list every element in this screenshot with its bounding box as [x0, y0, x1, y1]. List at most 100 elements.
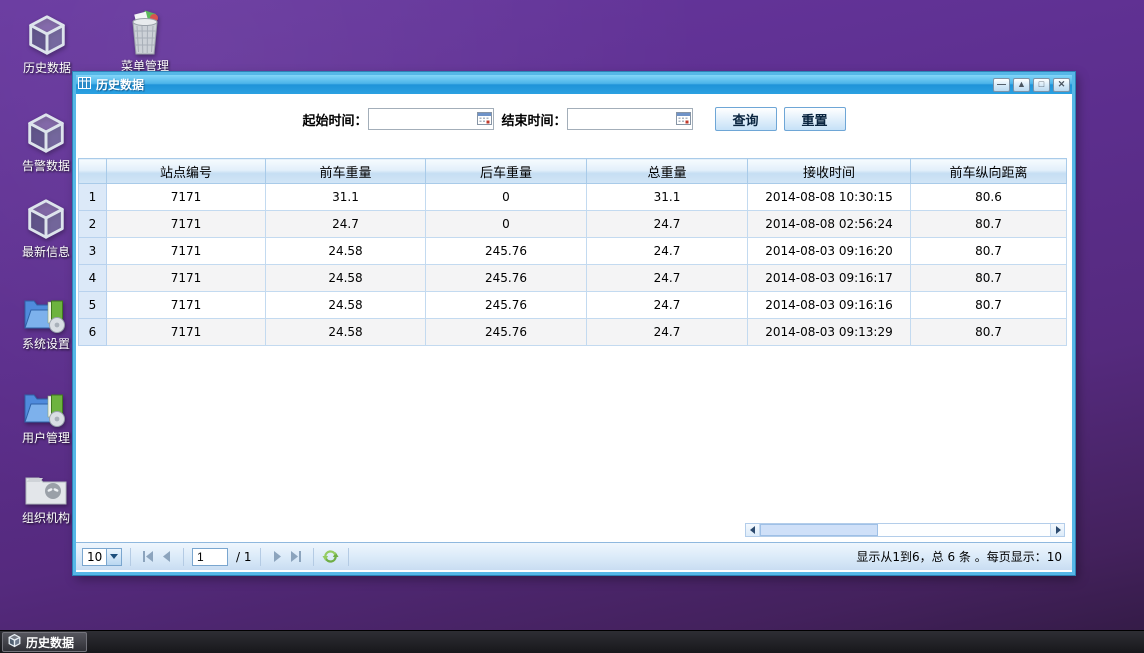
history-data-window: 历史数据 — ▲ □ ✕ 起始时间： 结束时间： 查询 重置 — [73, 72, 1075, 575]
folder-icon — [11, 470, 81, 508]
column-header[interactable]: 前车纵向距离 — [911, 159, 1067, 184]
chevron-down-icon — [106, 549, 121, 565]
table-row[interactable]: 3717124.58245.7624.72014-08-03 09:16:208… — [79, 238, 1067, 265]
page-number-input[interactable] — [192, 548, 228, 566]
desktop-icon-history-data[interactable]: 历史数据 — [12, 12, 82, 76]
window-titlebar[interactable]: 历史数据 — ▲ □ ✕ — [76, 75, 1072, 94]
maximize-button[interactable]: □ — [1033, 78, 1050, 92]
row-number-cell: 2 — [79, 211, 107, 238]
table-cell: 80.7 — [911, 238, 1067, 265]
desktop-icon-user-manage[interactable]: 用户管理 — [11, 386, 81, 446]
desktop-icon-latest-info[interactable]: 最新信息 — [11, 196, 81, 260]
taskbar-item-history-data[interactable]: 历史数据 — [2, 632, 87, 652]
separator — [130, 548, 131, 566]
table-cell: 7171 — [107, 265, 266, 292]
desktop-icon-menu-manage[interactable]: 菜单管理 — [110, 10, 180, 74]
table-cell: 80.7 — [911, 211, 1067, 238]
calendar-icon[interactable] — [676, 111, 691, 128]
reset-button[interactable]: 重置 — [784, 107, 846, 131]
search-form: 起始时间： 结束时间： 查询 重置 — [76, 107, 1072, 131]
column-header[interactable]: 站点编号 — [107, 159, 266, 184]
icon-label: 告警数据 — [11, 157, 81, 174]
cube-icon — [11, 110, 81, 156]
window-title: 历史数据 — [96, 76, 990, 93]
separator — [348, 548, 349, 566]
separator — [183, 548, 184, 566]
calendar-icon[interactable] — [477, 111, 492, 128]
scroll-left-icon[interactable] — [746, 524, 760, 536]
cube-icon — [11, 196, 81, 242]
table-row[interactable]: 2717124.7024.72014-08-08 02:56:2480.7 — [79, 211, 1067, 238]
row-number-header — [79, 159, 107, 184]
end-time-input[interactable] — [567, 108, 693, 130]
column-header[interactable]: 总重量 — [587, 159, 748, 184]
desktop-icon-alarm-data[interactable]: 告警数据 — [11, 110, 81, 174]
separator — [313, 548, 314, 566]
scrollbar-track[interactable] — [878, 524, 1050, 536]
query-button[interactable]: 查询 — [715, 107, 777, 131]
page-total-label: / 1 — [236, 550, 252, 564]
table-cell: 7171 — [107, 292, 266, 319]
window-grid-icon — [78, 77, 91, 92]
table-cell: 0 — [426, 184, 587, 211]
pagination-bar: 10 / 1 显示从1到6，总 6 条 。每页显示：10 — [76, 542, 1072, 570]
table-cell: 24.7 — [587, 238, 748, 265]
taskbar-item-label: 历史数据 — [26, 634, 74, 651]
table-cell: 24.7 — [266, 211, 426, 238]
next-page-button[interactable] — [269, 548, 287, 566]
desktop-icon-organization[interactable]: 组织机构 — [11, 470, 81, 526]
table-header-row: 站点编号前车重量后车重量总重量接收时间前车纵向距离 — [79, 159, 1067, 184]
table-cell: 7171 — [107, 319, 266, 346]
icon-label: 最新信息 — [11, 243, 81, 260]
refresh-button[interactable] — [322, 548, 340, 566]
table-row[interactable]: 1717131.1031.12014-08-08 10:30:1580.6 — [79, 184, 1067, 211]
table-cell: 24.58 — [266, 292, 426, 319]
icon-label: 用户管理 — [11, 429, 81, 446]
row-number-cell: 1 — [79, 184, 107, 211]
table-row[interactable]: 5717124.58245.7624.72014-08-03 09:16:168… — [79, 292, 1067, 319]
horizontal-scrollbar[interactable] — [745, 523, 1065, 537]
first-page-button[interactable] — [139, 548, 157, 566]
table-cell: 245.76 — [426, 292, 587, 319]
table-cell: 245.76 — [426, 265, 587, 292]
table-cell: 2014-08-03 09:13:29 — [748, 319, 911, 346]
page-size-value: 10 — [83, 549, 106, 565]
desktop: 历史数据 菜单管理 告警数据 最新信息 系统设置 用户管理 组织机构 历史数据 … — [0, 0, 1144, 653]
table-cell: 7171 — [107, 238, 266, 265]
table-cell: 24.58 — [266, 319, 426, 346]
table-cell: 0 — [426, 211, 587, 238]
table-cell: 24.7 — [587, 211, 748, 238]
last-page-button[interactable] — [287, 548, 305, 566]
cube-icon — [12, 12, 82, 58]
table-cell: 2014-08-03 09:16:16 — [748, 292, 911, 319]
start-time-label: 起始时间： — [302, 110, 367, 129]
column-header[interactable]: 后车重量 — [426, 159, 587, 184]
table-cell: 31.1 — [266, 184, 426, 211]
scroll-right-icon[interactable] — [1050, 524, 1064, 536]
row-number-cell: 4 — [79, 265, 107, 292]
separator — [260, 548, 261, 566]
icon-label: 系统设置 — [11, 335, 81, 352]
table-row[interactable]: 6717124.58245.7624.72014-08-03 09:13:298… — [79, 319, 1067, 346]
row-number-cell: 3 — [79, 238, 107, 265]
pagination-status: 显示从1到6，总 6 条 。每页显示：10 — [856, 548, 1062, 565]
column-header[interactable]: 接收时间 — [748, 159, 911, 184]
page-size-select[interactable]: 10 — [82, 548, 122, 566]
prev-page-button[interactable] — [157, 548, 175, 566]
close-button[interactable]: ✕ — [1053, 78, 1070, 92]
table-cell: 2014-08-03 09:16:17 — [748, 265, 911, 292]
collapse-button[interactable]: ▲ — [1013, 78, 1030, 92]
minimize-button[interactable]: — — [993, 78, 1010, 92]
column-header[interactable]: 前车重量 — [266, 159, 426, 184]
start-time-input[interactable] — [368, 108, 494, 130]
table-cell: 7171 — [107, 184, 266, 211]
desktop-icon-system-settings[interactable]: 系统设置 — [11, 292, 81, 352]
software-folder-icon — [11, 292, 81, 334]
table-cell: 24.58 — [266, 238, 426, 265]
table-cell: 80.7 — [911, 319, 1067, 346]
trash-icon — [110, 10, 180, 56]
table-cell: 80.6 — [911, 184, 1067, 211]
table-cell: 2014-08-08 02:56:24 — [748, 211, 911, 238]
table-row[interactable]: 4717124.58245.7624.72014-08-03 09:16:178… — [79, 265, 1067, 292]
scrollbar-thumb[interactable] — [760, 524, 878, 536]
